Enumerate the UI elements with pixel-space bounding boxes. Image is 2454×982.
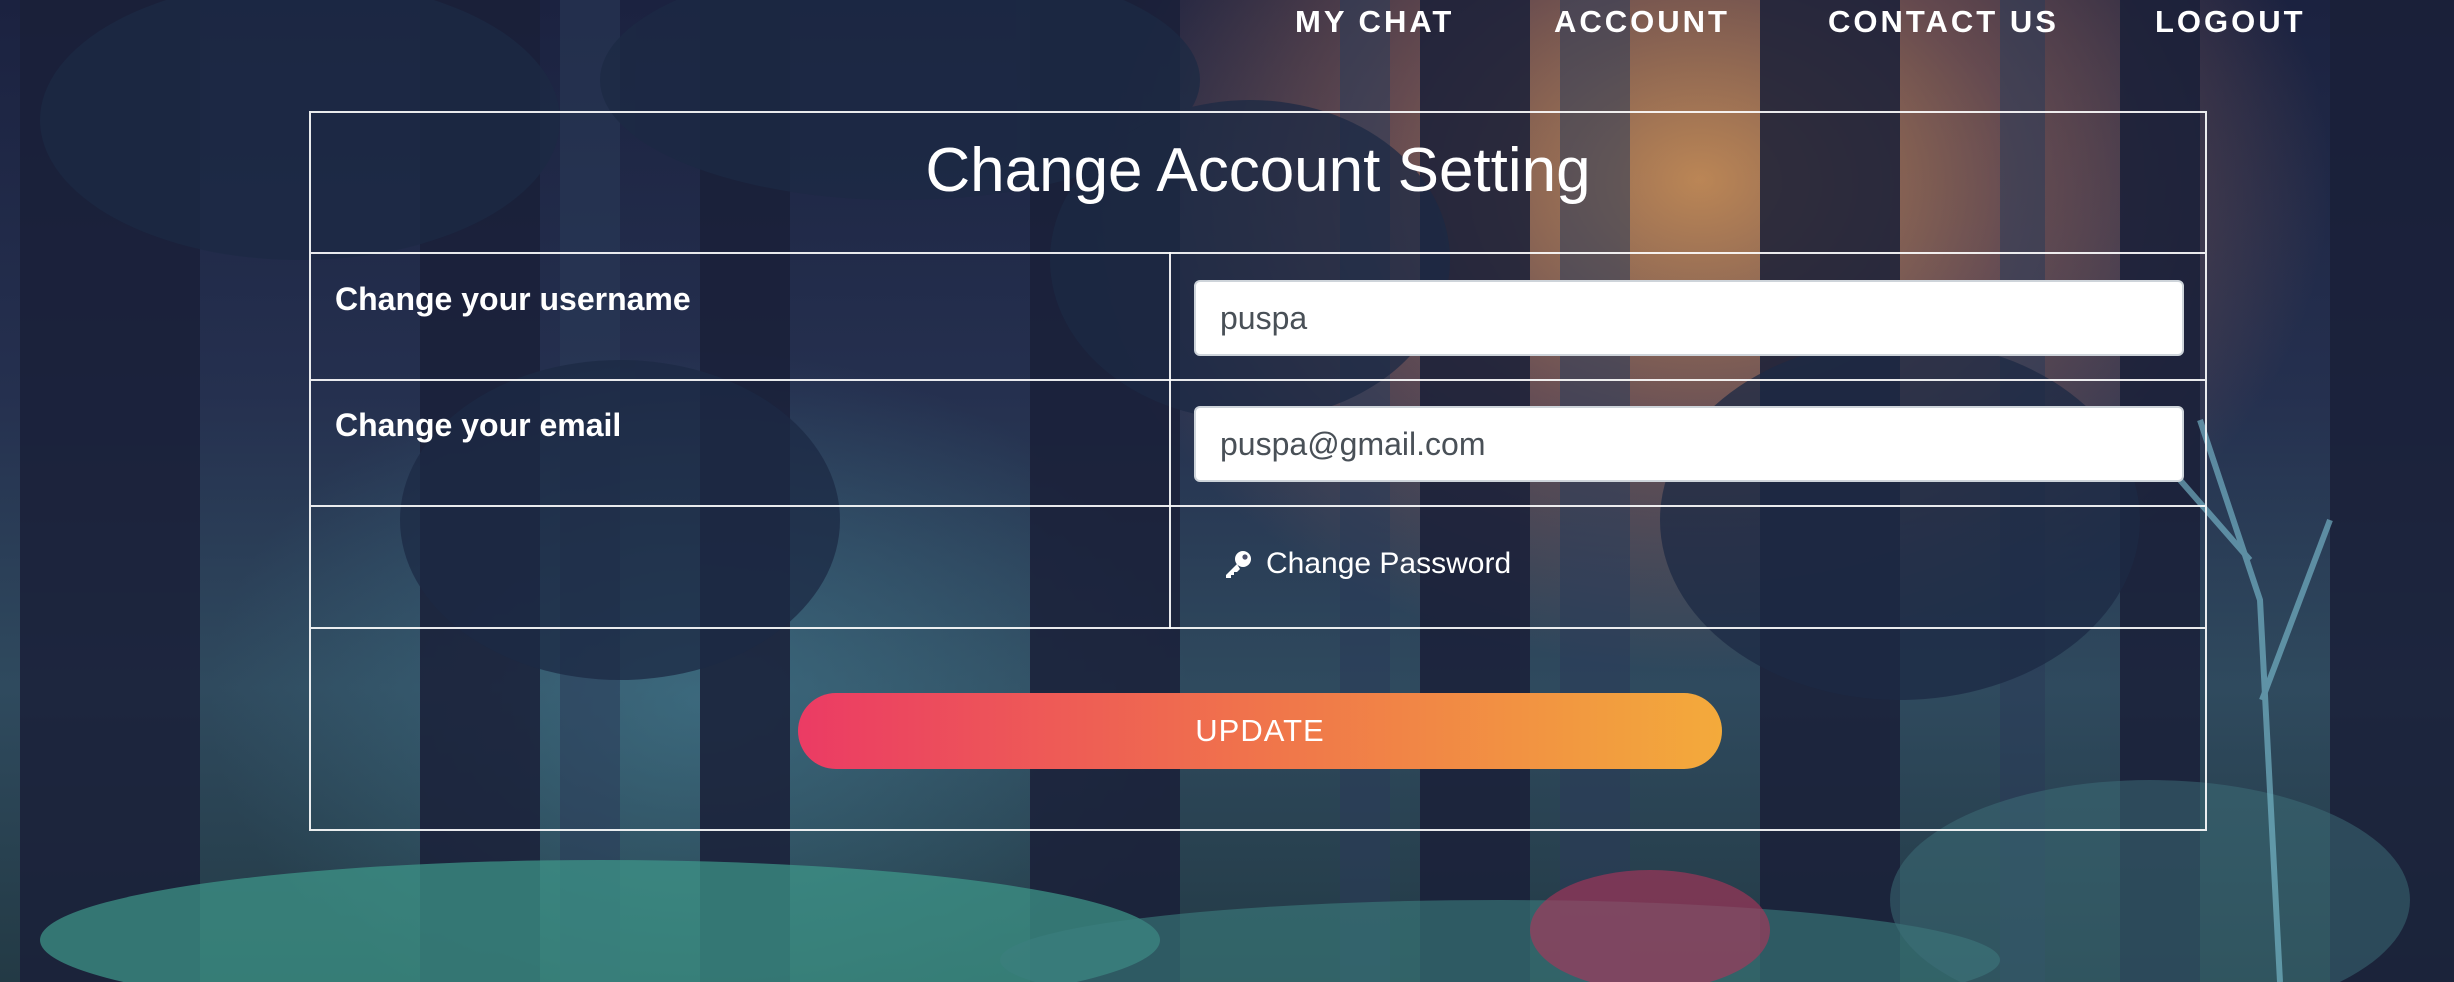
divider xyxy=(311,505,2205,507)
email-label: Change your email xyxy=(335,407,622,443)
nav-contact-us[interactable]: CONTACT US xyxy=(1828,4,2059,40)
username-label: Change your username xyxy=(335,281,691,317)
change-password-link[interactable]: Change Password xyxy=(1222,547,1511,581)
divider xyxy=(311,252,2205,254)
nav-logout[interactable]: LOGOUT xyxy=(2155,4,2306,40)
account-settings-form: Change Account Setting Change your usern… xyxy=(309,111,2207,831)
page: MY CHAT ACCOUNT CONTACT US LOGOUT Change… xyxy=(0,0,2454,982)
username-input[interactable] xyxy=(1194,280,2184,356)
divider xyxy=(311,627,2205,629)
update-button[interactable]: UPDATE xyxy=(798,693,1722,769)
change-password-label: Change Password xyxy=(1266,547,1512,580)
column-divider xyxy=(1169,252,1171,629)
nav-my-chat[interactable]: MY CHAT xyxy=(1295,4,1454,40)
email-input[interactable] xyxy=(1194,406,2184,482)
nav-account[interactable]: ACCOUNT xyxy=(1554,4,1730,40)
page-title: Change Account Setting xyxy=(925,136,1591,205)
top-nav: MY CHAT ACCOUNT CONTACT US LOGOUT xyxy=(0,0,2454,46)
key-icon xyxy=(1226,551,1251,578)
divider xyxy=(311,379,2205,381)
